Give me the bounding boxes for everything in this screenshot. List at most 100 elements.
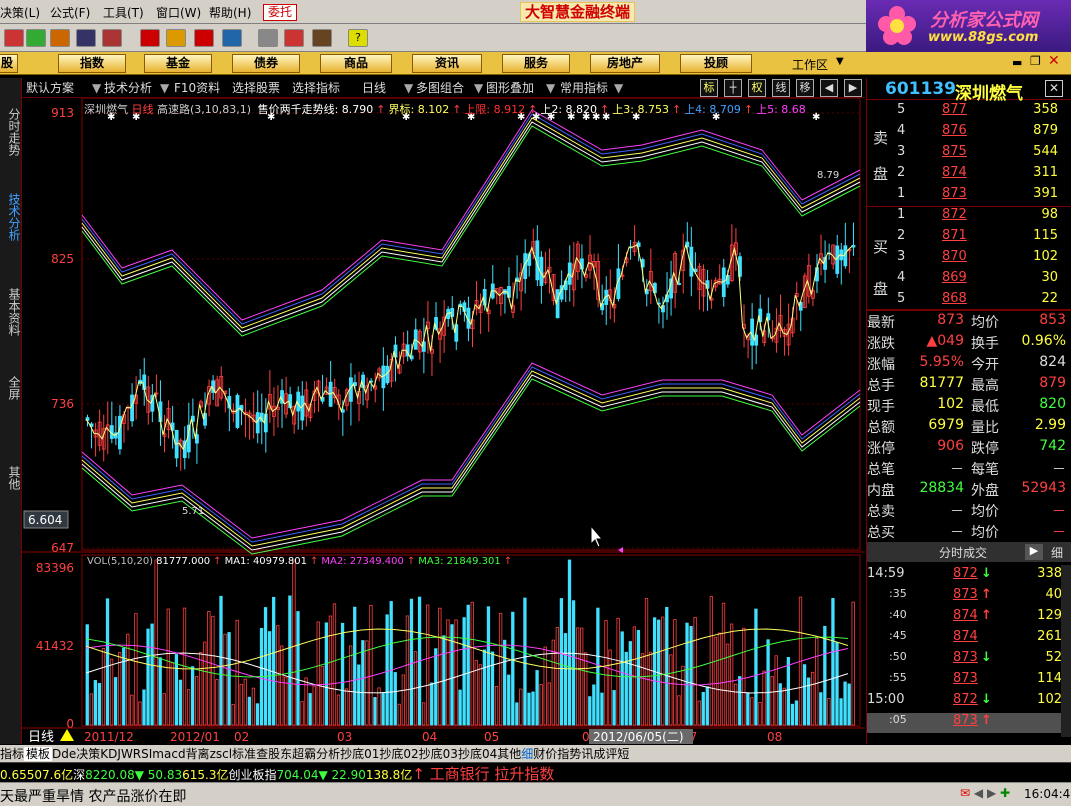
indicator-tab[interactable]: 抄底01 xyxy=(340,747,379,761)
chart-canvas[interactable]: 913825736647833964143206.6048.795.71✱ ✱ ✱ ✱… xyxy=(22,97,865,745)
menu-help[interactable]: 帮助(H) xyxy=(209,4,251,21)
ticker-item[interactable]: 创业板指 xyxy=(228,768,276,782)
quote-tab[interactable]: 价 xyxy=(545,747,557,761)
indicator-tab[interactable]: 其他 xyxy=(497,747,521,761)
move-button[interactable]: 移 xyxy=(796,79,814,97)
sell-level-row[interactable]: 4 876 879 xyxy=(867,123,1071,143)
buy-level-row[interactable]: 2 871 115 xyxy=(867,228,1071,248)
menu-formula[interactable]: 公式(F) xyxy=(50,4,90,21)
line-button[interactable]: 线 xyxy=(772,79,790,97)
nav-tab-bond[interactable]: 债券 xyxy=(232,54,300,73)
indicator-tab[interactable]: 超霸分析 xyxy=(292,747,340,761)
nav-tab-stock[interactable]: 股 xyxy=(0,54,18,73)
chevron-down-icon[interactable]: ▼ xyxy=(92,80,101,96)
nav-tab-advisor[interactable]: 投顾 xyxy=(680,54,752,73)
crosshair-icon[interactable]: ┼ xyxy=(724,79,742,97)
quote-tab[interactable]: 指 xyxy=(557,747,569,761)
mark-button[interactable]: 标 xyxy=(700,79,718,97)
nav-tab-realestate[interactable]: 房地产 xyxy=(590,54,660,73)
buy-level-row[interactable]: 5 868 22 xyxy=(867,291,1071,311)
toolbar-icon-9[interactable] xyxy=(222,29,242,47)
close-icon[interactable]: ✕ xyxy=(1048,53,1060,69)
ticker-item[interactable]: 704.04 xyxy=(277,768,319,782)
ticker-item[interactable]: 507.6亿 xyxy=(27,768,73,782)
side-tab-other[interactable]: 其他 xyxy=(2,466,21,490)
workspace-menu[interactable]: 工作区 xyxy=(792,56,828,73)
side-tab-technical[interactable]: 技术分析 xyxy=(2,193,21,241)
period-select[interactable]: 日线 xyxy=(362,80,386,96)
ticker-item[interactable]: 138.8亿 xyxy=(366,768,412,782)
prev-icon[interactable]: ◀ xyxy=(820,79,838,97)
scheme-select[interactable]: 默认方案 xyxy=(26,80,74,96)
indicator-tab[interactable]: zscl xyxy=(210,747,232,761)
toolbar-icon-3[interactable] xyxy=(50,29,70,47)
sell-level-row[interactable]: 1 873 391 xyxy=(867,186,1071,206)
nav-tab-fund[interactable]: 基金 xyxy=(144,54,212,73)
sell-level-row[interactable]: 5 877 358 xyxy=(867,102,1071,122)
multi-chart-button[interactable]: 多图组合 xyxy=(416,80,464,96)
toolbar-icon-6[interactable] xyxy=(140,29,160,47)
chevron-down-icon[interactable]: ▼ xyxy=(160,80,169,96)
restore-icon[interactable]: ❐ xyxy=(1030,54,1041,68)
pick-stock-button[interactable]: 选择股票 xyxy=(232,80,280,96)
next-icon[interactable]: ▶ xyxy=(844,79,862,97)
indicator-tab[interactable]: KDJ xyxy=(100,747,121,761)
indicator-tab[interactable]: 抄底04 xyxy=(458,747,497,761)
detail-button[interactable]: 细 xyxy=(1051,544,1063,561)
f10-button[interactable]: F10资料 xyxy=(174,80,220,96)
side-tab-fundamental[interactable]: 基本资料 xyxy=(2,288,21,336)
toolbar-icon-7[interactable] xyxy=(166,29,186,47)
arrow-right-icon[interactable]: ▶ xyxy=(987,786,996,800)
common-indicator-button[interactable]: 常用指标 xyxy=(560,80,608,96)
side-tab-intraday[interactable]: 分时走势 xyxy=(2,108,21,156)
overlay-button[interactable]: 图形叠加 xyxy=(486,80,534,96)
toolbar-icon-11[interactable] xyxy=(284,29,304,47)
indicator-tab[interactable]: Dde决策 xyxy=(52,747,100,761)
indicator-tab[interactable]: 抄底03 xyxy=(419,747,458,761)
nav-tab-news[interactable]: 资讯 xyxy=(412,54,482,73)
level-price[interactable]: 872 xyxy=(942,207,967,222)
level-price[interactable]: 873 xyxy=(942,186,967,201)
kline-chart[interactable]: 913 825 736 647 83396 41432 0 6.604 8.79 5.71 ✱ ✱ ✱ ✱… xyxy=(22,97,865,745)
ticker-item[interactable]: ▼ 50.83 xyxy=(135,768,182,782)
level-price[interactable]: 876 xyxy=(942,123,967,138)
level-price[interactable]: 871 xyxy=(942,228,967,243)
level-price[interactable]: 877 xyxy=(942,102,967,117)
quote-tab[interactable]: 财 xyxy=(533,747,545,761)
quote-tab[interactable]: 细 xyxy=(521,747,533,761)
ticker-item[interactable]: 0.65 xyxy=(0,768,27,782)
ticker-item[interactable]: 615.3亿 xyxy=(182,768,228,782)
toolbar-icon-8[interactable] xyxy=(194,29,214,47)
ticker-item[interactable]: 8220.08 xyxy=(85,768,135,782)
chevron-down-icon[interactable]: ▼ xyxy=(474,80,483,96)
buy-level-row[interactable]: 3 870 102 xyxy=(867,249,1071,269)
tech-analysis-menu[interactable]: 技术分析 xyxy=(104,80,152,96)
chevron-down-icon[interactable]: ▼ xyxy=(404,80,413,96)
pick-indicator-button[interactable]: 选择指标 xyxy=(292,80,340,96)
quote-tab[interactable]: 评 xyxy=(605,747,617,761)
ticker-item[interactable]: ▼ 22.90 xyxy=(319,768,366,782)
level-price[interactable]: 875 xyxy=(942,144,967,159)
play-icon[interactable]: ▶ xyxy=(1025,544,1043,560)
ticker-item[interactable]: 深 xyxy=(73,768,85,782)
quote-tab[interactable]: 讯 xyxy=(581,747,593,761)
rights-button[interactable]: 权 xyxy=(748,79,766,97)
quote-tab[interactable]: 势 xyxy=(569,747,581,761)
level-price[interactable]: 870 xyxy=(942,249,967,264)
minimize-icon[interactable]: ▬ xyxy=(1012,56,1022,69)
toolbar-icon-5[interactable] xyxy=(102,29,122,47)
help-pointer-icon[interactable]: ? xyxy=(348,29,368,47)
level-price[interactable]: 874 xyxy=(942,165,967,180)
sell-level-row[interactable]: 3 875 544 xyxy=(867,144,1071,164)
mail-icon[interactable]: ✉ xyxy=(960,786,970,800)
indicator-tab[interactable]: 模板 xyxy=(24,747,53,761)
indicator-tab[interactable]: 标准 xyxy=(232,747,256,761)
ticker-item[interactable]: ↑ 工商银行 拉升指数 xyxy=(412,765,554,783)
nav-tab-commodity[interactable]: 商品 xyxy=(320,54,392,73)
plus-icon[interactable]: ✚ xyxy=(1000,786,1010,800)
side-tab-fullscreen[interactable]: 全屏 xyxy=(2,376,21,400)
toolbar-icon-10[interactable] xyxy=(258,29,278,47)
menu-window[interactable]: 窗口(W) xyxy=(156,4,201,21)
indicator-tab[interactable]: 指标 xyxy=(0,747,24,761)
chevron-down-icon[interactable]: ▼ xyxy=(614,80,623,96)
